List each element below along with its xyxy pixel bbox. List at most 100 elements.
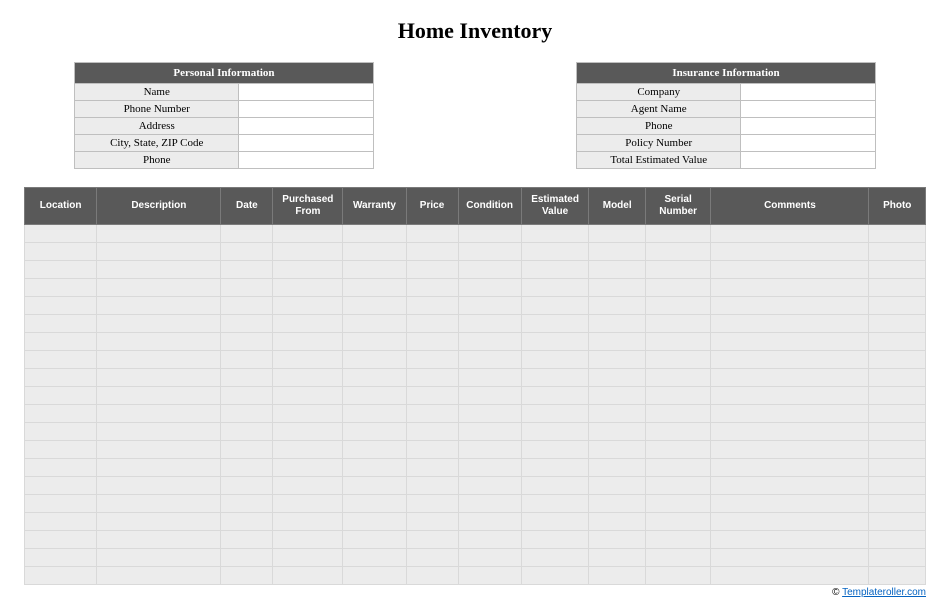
inventory-cell[interactable] xyxy=(869,495,926,513)
insurance-field-value[interactable] xyxy=(741,101,876,118)
inventory-cell[interactable] xyxy=(273,531,343,549)
inventory-cell[interactable] xyxy=(645,243,710,261)
inventory-cell[interactable] xyxy=(458,351,521,369)
inventory-cell[interactable] xyxy=(406,423,458,441)
inventory-cell[interactable] xyxy=(343,477,406,495)
inventory-cell[interactable] xyxy=(273,387,343,405)
inventory-cell[interactable] xyxy=(343,441,406,459)
inventory-cell[interactable] xyxy=(711,261,869,279)
inventory-cell[interactable] xyxy=(869,333,926,351)
inventory-cell[interactable] xyxy=(406,549,458,567)
inventory-cell[interactable] xyxy=(521,495,589,513)
inventory-cell[interactable] xyxy=(343,495,406,513)
inventory-cell[interactable] xyxy=(97,315,221,333)
inventory-cell[interactable] xyxy=(406,243,458,261)
inventory-cell[interactable] xyxy=(97,423,221,441)
inventory-cell[interactable] xyxy=(458,441,521,459)
inventory-cell[interactable] xyxy=(343,459,406,477)
inventory-cell[interactable] xyxy=(25,531,97,549)
inventory-cell[interactable] xyxy=(869,441,926,459)
inventory-cell[interactable] xyxy=(273,297,343,315)
inventory-cell[interactable] xyxy=(458,531,521,549)
inventory-cell[interactable] xyxy=(711,351,869,369)
inventory-cell[interactable] xyxy=(458,279,521,297)
inventory-cell[interactable] xyxy=(521,297,589,315)
inventory-cell[interactable] xyxy=(343,567,406,585)
inventory-cell[interactable] xyxy=(869,351,926,369)
inventory-cell[interactable] xyxy=(711,531,869,549)
inventory-cell[interactable] xyxy=(645,513,710,531)
inventory-cell[interactable] xyxy=(406,531,458,549)
inventory-cell[interactable] xyxy=(645,297,710,315)
inventory-cell[interactable] xyxy=(645,477,710,495)
inventory-cell[interactable] xyxy=(458,369,521,387)
insurance-field-value[interactable] xyxy=(741,84,876,101)
inventory-cell[interactable] xyxy=(221,405,273,423)
inventory-cell[interactable] xyxy=(97,531,221,549)
inventory-cell[interactable] xyxy=(711,477,869,495)
inventory-cell[interactable] xyxy=(221,441,273,459)
insurance-field-value[interactable] xyxy=(741,118,876,135)
inventory-cell[interactable] xyxy=(221,387,273,405)
inventory-cell[interactable] xyxy=(869,297,926,315)
inventory-cell[interactable] xyxy=(521,261,589,279)
inventory-cell[interactable] xyxy=(343,225,406,243)
inventory-cell[interactable] xyxy=(406,351,458,369)
inventory-cell[interactable] xyxy=(869,243,926,261)
inventory-cell[interactable] xyxy=(589,387,645,405)
inventory-cell[interactable] xyxy=(589,315,645,333)
inventory-cell[interactable] xyxy=(221,549,273,567)
inventory-cell[interactable] xyxy=(869,549,926,567)
inventory-cell[interactable] xyxy=(25,369,97,387)
inventory-cell[interactable] xyxy=(645,315,710,333)
inventory-cell[interactable] xyxy=(589,261,645,279)
inventory-cell[interactable] xyxy=(869,531,926,549)
inventory-cell[interactable] xyxy=(711,243,869,261)
inventory-cell[interactable] xyxy=(645,567,710,585)
inventory-cell[interactable] xyxy=(589,333,645,351)
inventory-cell[interactable] xyxy=(221,513,273,531)
inventory-cell[interactable] xyxy=(273,549,343,567)
inventory-cell[interactable] xyxy=(645,549,710,567)
inventory-cell[interactable] xyxy=(589,279,645,297)
inventory-cell[interactable] xyxy=(458,387,521,405)
inventory-cell[interactable] xyxy=(343,351,406,369)
inventory-cell[interactable] xyxy=(97,405,221,423)
inventory-cell[interactable] xyxy=(221,369,273,387)
inventory-cell[interactable] xyxy=(711,387,869,405)
inventory-cell[interactable] xyxy=(589,549,645,567)
inventory-cell[interactable] xyxy=(343,549,406,567)
inventory-cell[interactable] xyxy=(589,459,645,477)
inventory-cell[interactable] xyxy=(645,459,710,477)
inventory-cell[interactable] xyxy=(25,297,97,315)
inventory-cell[interactable] xyxy=(645,261,710,279)
inventory-cell[interactable] xyxy=(711,297,869,315)
inventory-cell[interactable] xyxy=(645,279,710,297)
inventory-cell[interactable] xyxy=(343,531,406,549)
inventory-cell[interactable] xyxy=(273,423,343,441)
inventory-cell[interactable] xyxy=(589,441,645,459)
inventory-cell[interactable] xyxy=(645,333,710,351)
inventory-cell[interactable] xyxy=(343,315,406,333)
inventory-cell[interactable] xyxy=(25,387,97,405)
inventory-cell[interactable] xyxy=(97,549,221,567)
inventory-cell[interactable] xyxy=(521,513,589,531)
personal-field-value[interactable] xyxy=(239,84,374,101)
inventory-cell[interactable] xyxy=(25,279,97,297)
inventory-cell[interactable] xyxy=(406,297,458,315)
inventory-cell[interactable] xyxy=(458,315,521,333)
inventory-cell[interactable] xyxy=(869,477,926,495)
inventory-cell[interactable] xyxy=(406,261,458,279)
inventory-cell[interactable] xyxy=(645,441,710,459)
inventory-cell[interactable] xyxy=(521,387,589,405)
inventory-cell[interactable] xyxy=(521,549,589,567)
inventory-cell[interactable] xyxy=(711,333,869,351)
inventory-cell[interactable] xyxy=(273,225,343,243)
inventory-cell[interactable] xyxy=(645,369,710,387)
inventory-cell[interactable] xyxy=(97,351,221,369)
inventory-cell[interactable] xyxy=(221,531,273,549)
inventory-cell[interactable] xyxy=(458,243,521,261)
personal-field-value[interactable] xyxy=(239,152,374,169)
inventory-cell[interactable] xyxy=(25,549,97,567)
inventory-cell[interactable] xyxy=(521,423,589,441)
